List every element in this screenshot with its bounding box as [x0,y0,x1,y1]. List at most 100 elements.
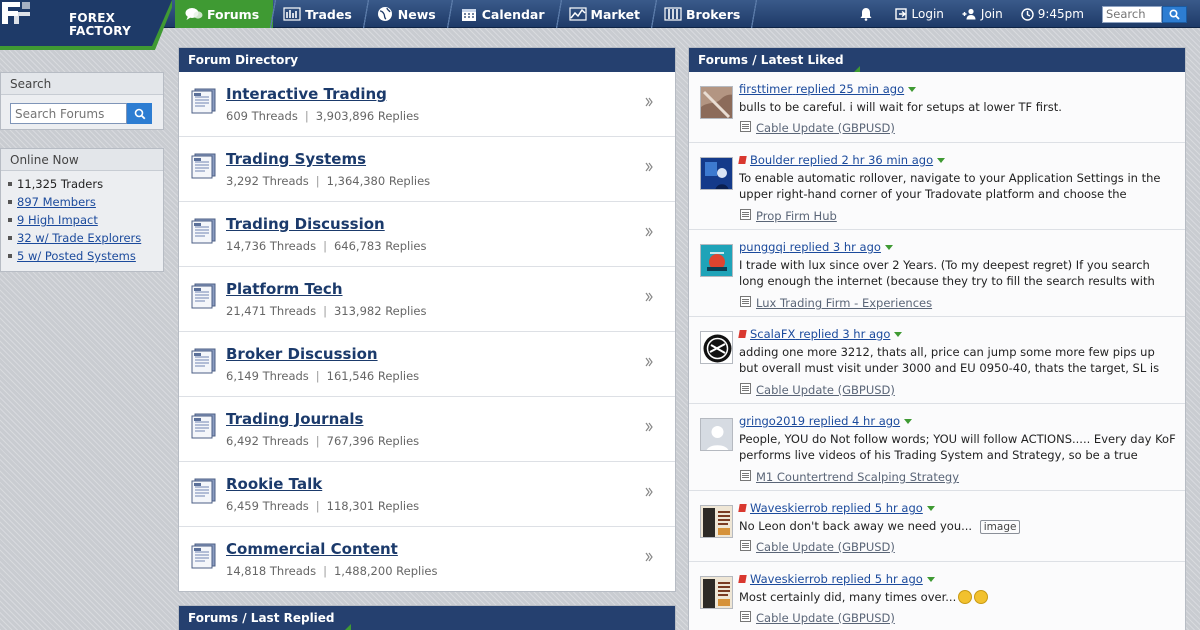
nav-tab-label: News [397,6,436,22]
thread-link[interactable]: Cable Update (GBPUSD) [756,611,895,625]
online-stat-link[interactable]: 5 w/ Posted Systems [17,247,136,265]
post-author-link[interactable]: Waveskierrob replied 5 hr ago [750,501,923,515]
forum-directory-title: Forum Directory [188,53,299,67]
expand-arrow-icon[interactable] [645,552,653,565]
online-stat-item[interactable]: 5 w/ Posted Systems [8,247,163,265]
nav-tab-brokers[interactable]: Brokers [654,0,760,28]
expand-arrow-icon[interactable] [645,227,653,240]
stats-divider: | [323,564,327,578]
main-nav: Forums Trades News Calendar Market Brokers [175,0,760,28]
search-icon [134,108,145,119]
post-meta: firsttimer replied 25 min ago [739,82,917,96]
post-author-link[interactable]: ScalaFX replied 3 hr ago [750,327,890,341]
thread-link[interactable]: Cable Update (GBPUSD) [756,121,895,135]
avatar[interactable] [700,86,733,119]
forum-stats: 6,492 Threads | 767,396 Replies [226,434,419,448]
forum-reply-count: 767,396 Replies [326,434,420,448]
thread-icon [740,470,751,484]
forum-row[interactable]: Broker Discussion 6,149 Threads | 161,546 R… [179,332,675,397]
expand-arrow-icon[interactable] [645,422,653,435]
thread-link[interactable]: Cable Update (GBPUSD) [756,383,895,397]
forum-title-link[interactable]: Trading Discussion [226,215,385,233]
forum-reply-count: 646,783 Replies [333,239,427,253]
latest-liked-title: Forums / Latest Liked [698,53,844,67]
avatar[interactable] [700,418,733,451]
forum-title-link[interactable]: Interactive Trading [226,85,387,103]
nav-tab-trades[interactable]: Trades [273,0,371,28]
join-link[interactable]: Join [962,7,1003,21]
online-stat-link[interactable]: 9 High Impact [17,211,98,229]
image-tag[interactable]: image [979,520,1021,534]
forum-title-link[interactable]: Commercial Content [226,540,398,558]
clock: 9:45pm [1021,7,1084,21]
thread-icon [740,209,751,223]
nav-tab-market[interactable]: Market [559,0,660,28]
top-search-button[interactable] [1162,5,1187,23]
forum-search-input[interactable] [10,103,127,124]
online-stat-item[interactable]: 9 High Impact [8,211,163,229]
expand-arrow-icon[interactable] [645,292,653,305]
post-author-link[interactable]: Waveskierrob replied 5 hr ago [750,572,923,586]
logo[interactable]: FOREX FACTORY [0,0,172,50]
thread-link[interactable]: Lux Trading Firm - Experiences [756,296,932,310]
online-stat-link[interactable]: 32 w/ Trade Explorers [17,229,141,247]
post-author-link[interactable]: Boulder replied 2 hr 36 min ago [750,153,933,167]
thread-icon [740,296,751,310]
avatar[interactable] [700,157,733,190]
forum-title-link[interactable]: Rookie Talk [226,475,322,493]
latest-liked-list: firsttimer replied 25 min ago bulls to be… [689,72,1185,630]
forum-row[interactable]: Trading Discussion 14,736 Threads | 646,783… [179,202,675,267]
nav-tab-label: Trades [305,6,352,22]
forum-folder-icon [189,153,217,182]
forum-reply-count: 161,546 Replies [326,369,420,383]
forum-row[interactable]: Interactive Trading 609 Threads | 3,903,896… [179,72,675,137]
expand-arrow-icon[interactable] [645,97,653,110]
login-link[interactable]: Login [894,7,944,21]
thread-link[interactable]: Cable Update (GBPUSD) [756,540,895,554]
thread-link[interactable]: Prop Firm Hub [756,209,837,223]
expand-arrow-icon[interactable] [645,487,653,500]
login-icon [894,8,908,20]
notifications-button[interactable] [859,7,877,21]
nav-tab-news[interactable]: News [366,0,455,28]
online-stat-link[interactable]: 897 Members [17,193,96,211]
liked-post: punggqi replied 3 hr ago I trade with lux… [689,230,1185,317]
nav-tab-label: Forums [207,6,260,22]
nav-divider [749,0,760,28]
post-thread: Prop Firm Hub [740,209,837,223]
liked-arrow-icon [894,331,903,337]
stats-divider: | [323,304,327,318]
forum-title-link[interactable]: Trading Systems [226,150,366,168]
forum-search-button[interactable] [127,103,152,124]
top-search-input[interactable] [1102,5,1162,23]
liked-arrow-icon [884,244,893,250]
forum-row[interactable]: Trading Systems 3,292 Threads | 1,364,380 R… [179,137,675,202]
online-stat-item[interactable]: 32 w/ Trade Explorers [8,229,163,247]
expand-arrow-icon[interactable] [645,357,653,370]
nav-tab-calendar[interactable]: Calendar [450,0,564,28]
avatar[interactable] [700,244,733,277]
forum-title-link[interactable]: Trading Journals [226,410,363,428]
online-stat-item[interactable]: 897 Members [8,193,163,211]
forum-reply-count: 1,364,380 Replies [326,174,431,188]
post-thread: Cable Update (GBPUSD) [740,383,895,397]
forum-title-link[interactable]: Platform Tech [226,280,343,298]
avatar[interactable] [700,576,733,609]
post-author-link[interactable]: punggqi replied 3 hr ago [739,240,881,254]
expand-arrow-icon[interactable] [645,162,653,175]
forum-row[interactable]: Trading Journals 6,492 Threads | 767,396 Re… [179,397,675,462]
post-author: firsttimer [739,82,793,96]
thread-link[interactable]: M1 Countertrend Scalping Strategy [756,470,959,484]
forum-row[interactable]: Commercial Content 14,818 Threads | 1,488,2… [179,527,675,592]
forum-thread-count: 6,492 Threads [226,434,309,448]
post-author-link[interactable]: firsttimer replied 25 min ago [739,82,904,96]
forum-title-link[interactable]: Broker Discussion [226,345,378,363]
nav-tab-forums[interactable]: Forums [175,0,279,28]
post-author-link[interactable]: gringo2019 replied 4 hr ago [739,414,900,428]
avatar[interactable] [700,505,733,538]
post-text-wrap: I trade with lux since over 2 Years. (To… [739,257,1177,289]
forum-folder-icon [189,413,217,442]
forum-row[interactable]: Platform Tech 21,471 Threads | 313,982 Repl… [179,267,675,332]
avatar[interactable] [700,331,733,364]
forum-row[interactable]: Rookie Talk 6,459 Threads | 118,301 Replies [179,462,675,527]
